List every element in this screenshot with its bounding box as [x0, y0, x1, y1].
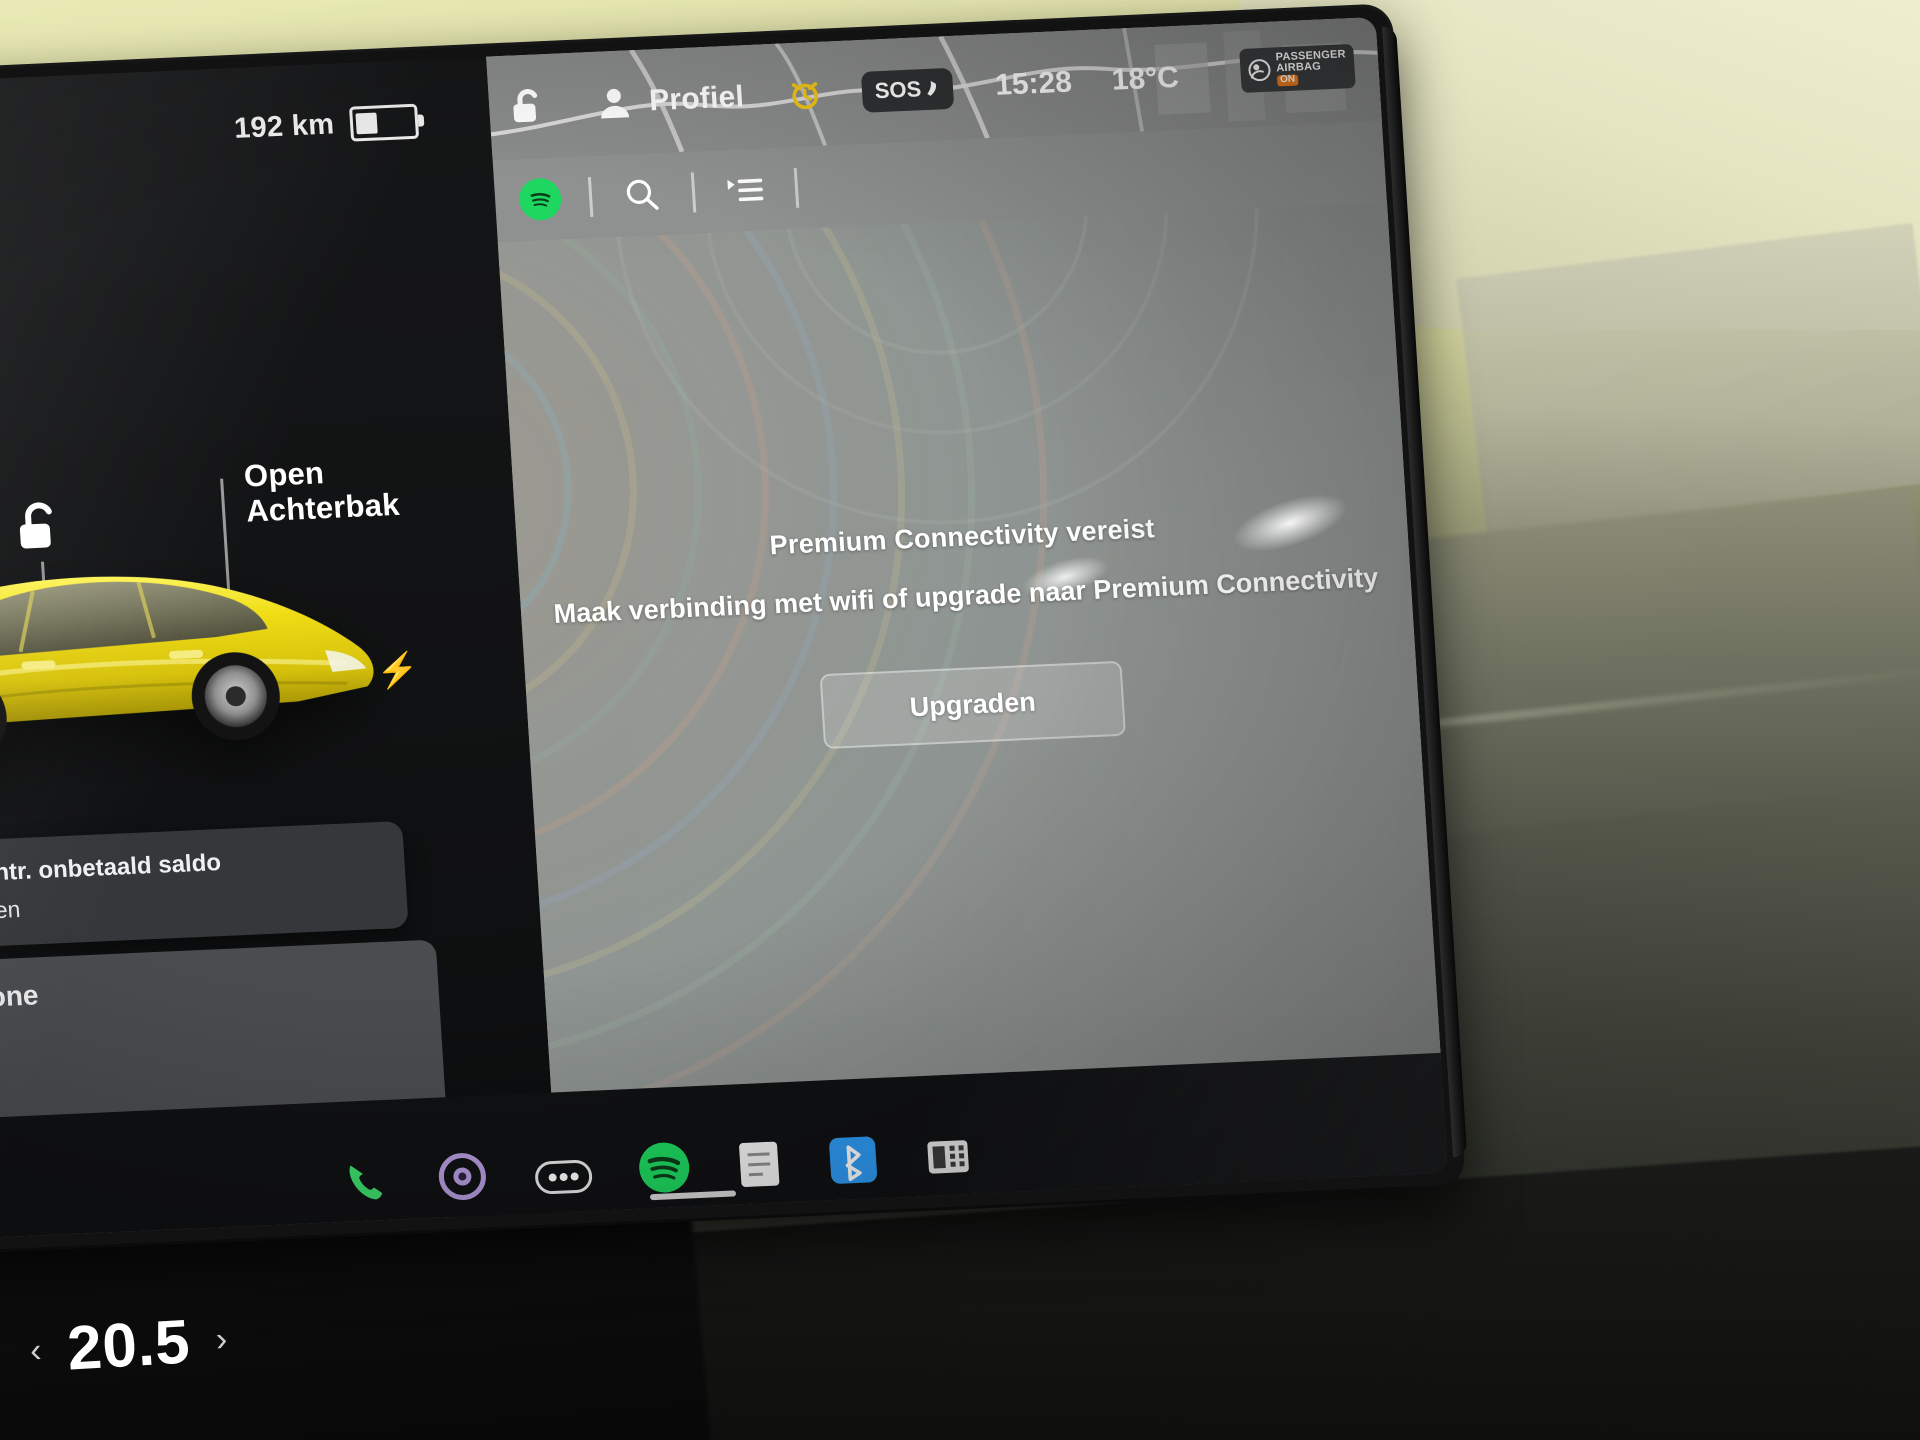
temp-value: 20.5: [65, 1307, 192, 1384]
profile-label[interactable]: Profiel: [648, 80, 745, 118]
notification-line-2: le app > Menu > Opladen: [0, 896, 22, 934]
climate-temperature-control: ‹ 20.5 ›: [28, 1304, 229, 1387]
sos-label: SOS: [873, 75, 922, 103]
screen-surface: 192 km k Open Ach: [0, 16, 1449, 1240]
spotify-icon[interactable]: [637, 1140, 692, 1194]
charge-bolt-icon: ⚡: [375, 651, 421, 691]
center-touchscreen: 192 km k Open Ach: [0, 6, 1463, 1252]
notes-icon[interactable]: [735, 1138, 784, 1190]
range-value: 192 km: [233, 108, 336, 145]
toolbar-divider: [793, 167, 800, 208]
open-trunk-label[interactable]: Open Achterbak: [243, 453, 401, 529]
car-render: [0, 522, 392, 786]
media-track-subtitle: AM!: [0, 1007, 415, 1065]
range-status: 192 km: [233, 103, 420, 147]
vehicle-panel: 192 km k Open Ach: [0, 56, 559, 1240]
trunk-label-line2: Achterbak: [245, 486, 401, 529]
toolbar-divider: [587, 177, 594, 218]
person-icon[interactable]: [596, 85, 632, 120]
clock-label: 15:28: [994, 65, 1073, 102]
premium-message-subtitle: Maak verbinding met wifi of upgrade naar…: [552, 562, 1380, 629]
toolbar-divider: [690, 172, 697, 213]
alarm-clock-icon[interactable]: [787, 77, 823, 112]
outside-temperature: 18°C: [1110, 60, 1180, 97]
spotify-content: Premium Connectivity vereist Maak verbin…: [497, 202, 1441, 1095]
battery-icon: [349, 103, 420, 142]
cabin-pillar: [1455, 222, 1920, 538]
bluetooth-icon[interactable]: [827, 1134, 880, 1186]
upgrade-button[interactable]: Upgraden: [819, 660, 1127, 750]
temp-decrease-button[interactable]: ‹: [29, 1331, 43, 1371]
photo-scene: 192 km k Open Ach: [0, 0, 1920, 1440]
phone-icon[interactable]: [339, 1156, 392, 1208]
airbag-status-badge: ON: [1276, 74, 1299, 87]
search-icon[interactable]: [619, 172, 666, 218]
spotify-icon[interactable]: [517, 177, 563, 222]
more-icon[interactable]: [533, 1155, 594, 1199]
notification-card[interactable]: d opl. niet mog. – Contr. onbetaald sald…: [0, 820, 409, 958]
spotify-panel: Profiel SOS 15:28 18°C PASSENGER AIRBAG …: [486, 16, 1449, 1213]
sos-button[interactable]: SOS: [860, 67, 955, 113]
browser-icon[interactable]: [435, 1149, 490, 1203]
temp-increase-button[interactable]: ›: [215, 1320, 229, 1360]
unlocked-padlock-icon[interactable]: [510, 87, 546, 126]
airbag-line-2: AIRBAG: [1275, 60, 1322, 75]
passenger-airbag-indicator: PASSENGER AIRBAG ON: [1239, 43, 1356, 93]
playlist-icon[interactable]: [722, 167, 769, 213]
theater-icon[interactable]: [923, 1132, 974, 1182]
